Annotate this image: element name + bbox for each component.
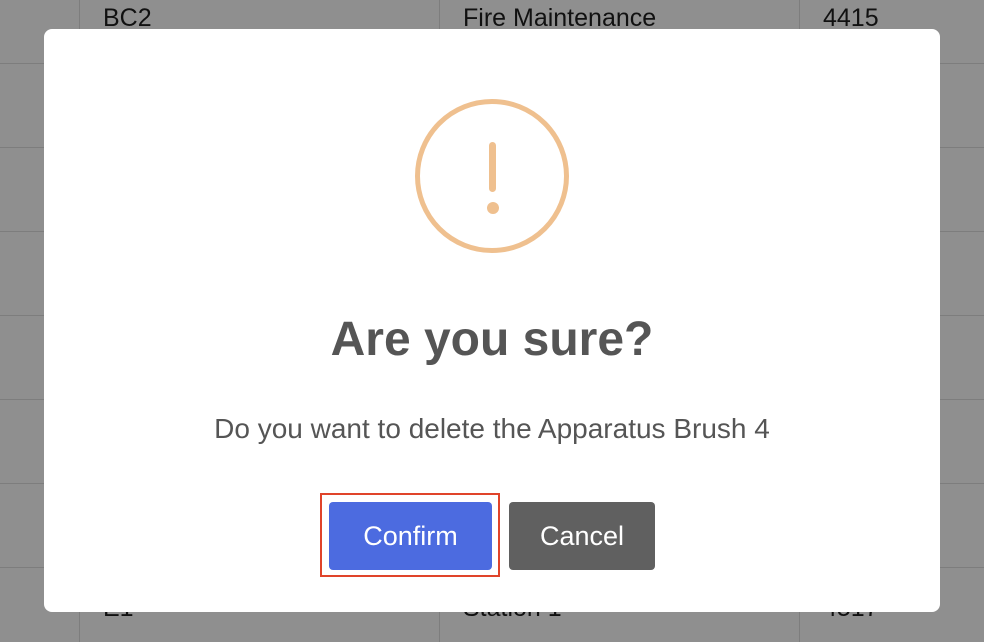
exclamation-dot — [487, 202, 499, 214]
confirm-button[interactable]: Confirm — [329, 502, 492, 570]
exclamation-circle-icon — [415, 99, 569, 253]
cancel-button[interactable]: Cancel — [509, 502, 655, 570]
dialog-message: Do you want to delete the Apparatus Brus… — [214, 413, 770, 444]
exclamation-bar — [489, 142, 496, 192]
dialog-title: Are you sure? — [330, 313, 654, 366]
